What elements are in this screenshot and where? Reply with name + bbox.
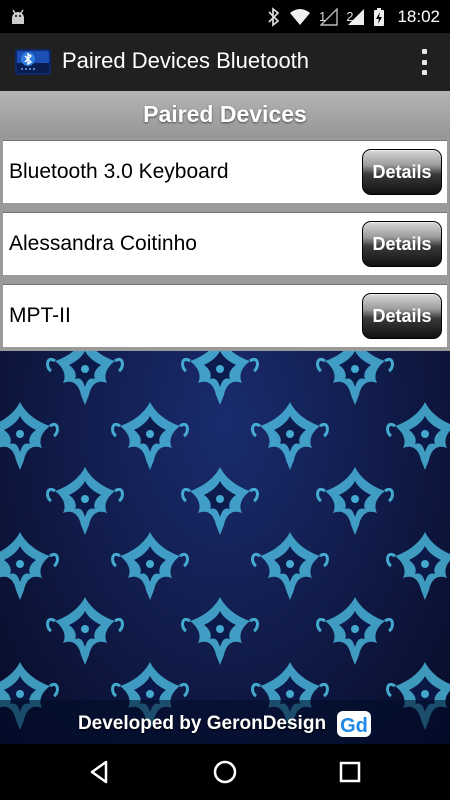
signal-sim1: 1	[319, 7, 338, 26]
list-item[interactable]: Alessandra Coitinho Details	[3, 212, 447, 275]
bluetooth-icon	[267, 6, 281, 27]
main-content: Paired Devices Bluetooth 3.0 Keyboard De…	[0, 91, 450, 756]
action-bar: Paired Devices Bluetooth	[0, 33, 450, 91]
section-header: Paired Devices	[0, 91, 450, 138]
signal-icon	[320, 7, 338, 26]
screen: 1 2 18:02 Paired Devices Bluetooth Paire…	[0, 0, 450, 800]
status-icons: 1 2 18:02	[267, 0, 440, 33]
device-name: MPT-II	[9, 304, 71, 327]
developer-banner[interactable]: Developed by GeronDesign Gd	[0, 700, 450, 747]
section-title: Paired Devices	[143, 101, 307, 127]
battery-charging-icon	[373, 7, 385, 27]
signal-sim2: 2	[346, 8, 365, 26]
android-debug-icon	[12, 9, 24, 24]
wifi-icon	[289, 8, 311, 26]
signal-icon	[348, 8, 365, 25]
clock: 18:02	[397, 6, 440, 26]
status-bar: 1 2 18:02	[0, 0, 450, 33]
recents-icon[interactable]	[336, 758, 364, 786]
navigation-bar	[0, 744, 450, 800]
details-button[interactable]: Details	[362, 293, 442, 339]
details-button[interactable]: Details	[362, 149, 442, 195]
device-list: Bluetooth 3.0 Keyboard Details Alessandr…	[0, 138, 450, 351]
device-name: Bluetooth 3.0 Keyboard	[9, 160, 229, 183]
developer-credit: Developed by GeronDesign	[77, 712, 327, 734]
app-title: Paired Devices Bluetooth	[62, 48, 310, 73]
app-bluetooth-icon	[15, 49, 51, 75]
details-button[interactable]: Details	[362, 221, 442, 267]
back-icon[interactable]	[86, 758, 114, 786]
gerondesign-logo-icon: Gd	[337, 710, 372, 737]
home-icon[interactable]	[211, 758, 239, 786]
list-item[interactable]: MPT-II Details	[3, 284, 447, 347]
list-item[interactable]: Bluetooth 3.0 Keyboard Details	[3, 140, 447, 203]
overflow-menu-icon[interactable]	[414, 47, 434, 77]
logo-text: Gd	[340, 715, 368, 737]
device-name: Alessandra Coitinho	[9, 232, 197, 255]
